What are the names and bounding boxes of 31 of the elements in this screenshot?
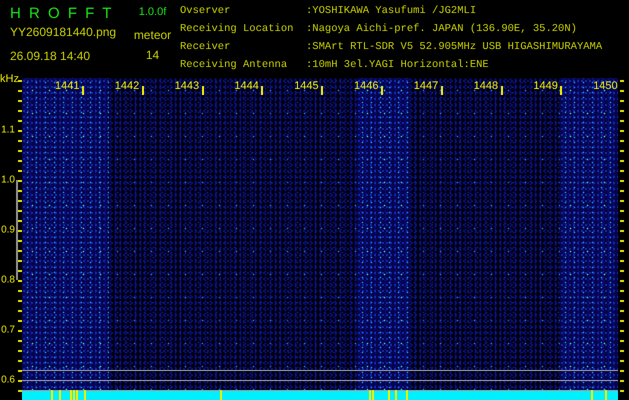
info-value: :SMArt RTL-SDR V5 52.905MHz USB HIGASHIMURAYAMA: [306, 42, 602, 55]
axis-unit: kHz: [0, 73, 19, 85]
x-axis-label: 1443: [174, 80, 200, 93]
meteor-count: 14: [146, 48, 160, 62]
version-label: 1.0.0f: [138, 5, 166, 20]
x-axis-label: 1442: [114, 80, 140, 93]
x-axis-label: 1441: [55, 80, 80, 93]
x-axis-label: 1446: [354, 80, 378, 93]
app-title: H R O F F T: [10, 4, 114, 24]
file-name: YY2609181440.png: [10, 25, 118, 39]
y-axis-label: 0.8: [1, 274, 15, 286]
y-axis-label: 1.1: [1, 124, 15, 136]
info-label: Receiver: [180, 42, 232, 55]
x-axis-label: 1449: [533, 80, 558, 93]
meteor-label: meteor: [134, 28, 172, 42]
info-value: :Nagoya Aichi-pref. JAPAN (136.90E, 35.20N): [306, 24, 578, 37]
x-axis-label: 1445: [294, 80, 319, 93]
x-axis-label: 1448: [474, 80, 498, 93]
info-value: :10mH 3el.YAGI Horizontal:ENE: [306, 60, 490, 73]
x-axis-label: 1450: [593, 80, 618, 93]
y-axis-label: 0.6: [1, 374, 15, 386]
info-label: Ovserver: [180, 6, 232, 19]
info-value: :YOSHIKAWA Yasufumi /JG2MLI: [306, 6, 478, 19]
y-axis-label: 1.0: [1, 174, 15, 186]
y-axis-label: 0.9: [1, 224, 15, 236]
x-axis-label: 1447: [414, 80, 438, 93]
info-label: Receiving Location: [180, 24, 294, 37]
info-label: Receiving Antenna: [180, 60, 288, 73]
date-time: 26.09.18 14:40: [10, 49, 92, 63]
x-axis-label: 1444: [234, 80, 259, 93]
y-axis-label: 0.7: [1, 324, 15, 336]
